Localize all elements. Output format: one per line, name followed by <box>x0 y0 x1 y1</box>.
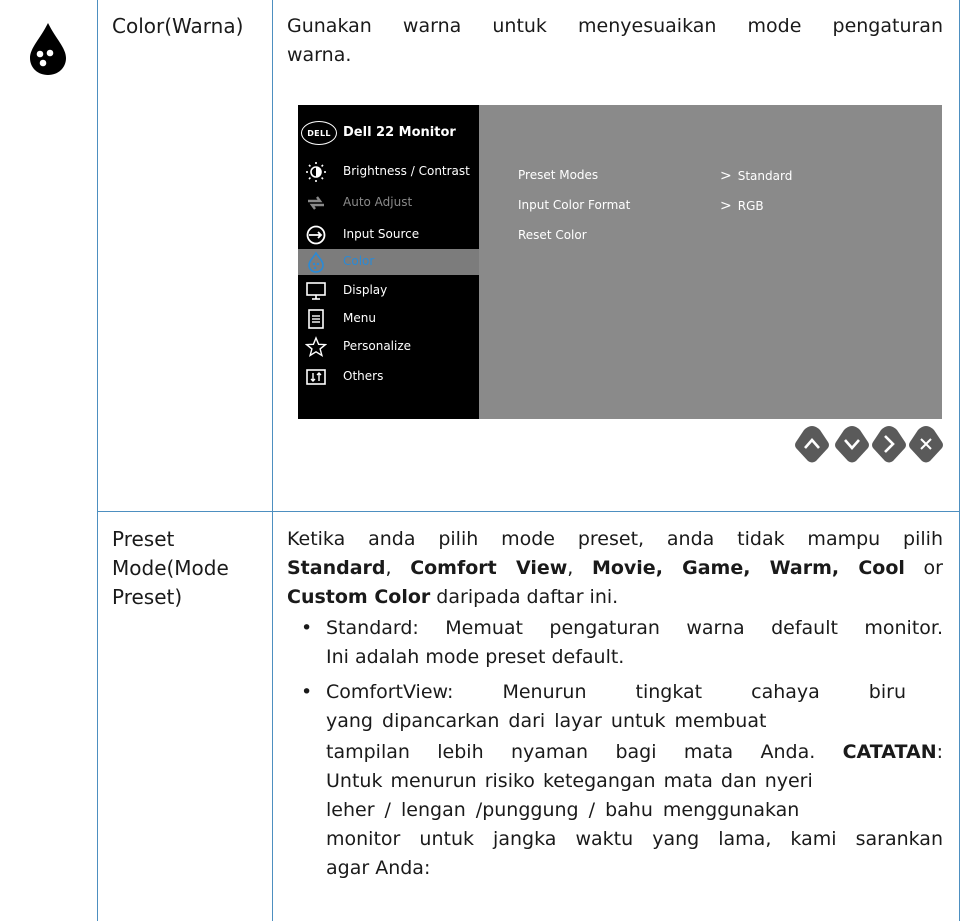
row-label-color: Color(Warna) <box>112 14 244 38</box>
bullet-comfortview-line7: agar Anda: <box>326 857 431 879</box>
option-custom-color: Custom Color <box>287 586 431 608</box>
nav-right-button[interactable] <box>871 424 907 464</box>
bullet-standard-line2: Ini adalah mode preset default. <box>326 646 625 668</box>
label-line: Mode(Mode <box>112 556 229 580</box>
note-label: CATATAN <box>842 741 937 763</box>
osd-row-input-color-format[interactable]: Input Color Format <box>518 198 630 212</box>
preset-intro-line3: Custom Color daripada daftar ini. <box>287 583 618 612</box>
column-divider <box>272 0 273 921</box>
brightness-icon <box>306 162 326 182</box>
osd-item-color[interactable]: Color <box>298 249 479 275</box>
osd-item-display[interactable]: Display <box>298 278 479 304</box>
row-label-preset-mode: Preset Mode(Mode Preset) <box>112 525 267 612</box>
nav-up-button[interactable] <box>794 424 830 464</box>
table-border-left <box>97 0 98 921</box>
osd-item-others[interactable]: Others <box>298 364 479 390</box>
osd-item-label: Personalize <box>343 339 412 353</box>
chevron-right-icon: > <box>720 198 732 214</box>
osd-value-input-color-format: > RGB <box>720 198 764 214</box>
text: tampilan lebih nyaman bagi mata Anda. <box>326 741 843 763</box>
osd-item-brightness-contrast[interactable]: Brightness / Contrast <box>298 159 479 185</box>
osd-item-input-source[interactable]: Input Source <box>298 222 479 248</box>
osd-item-label: Others <box>343 369 384 383</box>
osd-title: Dell 22 Monitor <box>343 125 456 140</box>
osd-value-text: Standard <box>737 169 793 183</box>
option-comfort-view: Comfort View <box>410 557 568 579</box>
color-description-line2: warna. <box>287 44 352 66</box>
osd-item-label: Color <box>343 254 375 268</box>
osd-row-reset-color[interactable]: Reset Color <box>518 228 587 242</box>
separator: , <box>385 557 411 579</box>
osd-item-personalize[interactable]: Personalize <box>298 334 479 360</box>
osd-item-label: Brightness / Contrast <box>343 164 470 178</box>
table-border-right <box>959 0 960 921</box>
osd-item-label: Menu <box>343 311 376 325</box>
row-divider <box>97 511 960 512</box>
osd-item-label: Display <box>343 283 388 297</box>
osd-item-label: Input Source <box>343 227 420 241</box>
bullet-marker: • <box>301 681 313 703</box>
osd-item-menu[interactable]: Menu <box>298 306 479 332</box>
auto-adjust-icon <box>308 196 324 210</box>
osd-item-auto-adjust[interactable]: Auto Adjust <box>298 190 479 216</box>
label-line: Preset <box>112 527 175 551</box>
bullet-standard-line1: Standard: Memuat pengaturan warna defaul… <box>326 617 943 639</box>
display-icon <box>306 282 326 300</box>
bullet-comfortview-line2: yang dipancarkan dari layar untuk membua… <box>326 710 767 732</box>
text: : <box>936 741 943 763</box>
osd-value-text: RGB <box>737 199 764 213</box>
intro-tail: daripada daftar ini. <box>430 586 619 608</box>
label-line: Preset) <box>112 585 183 609</box>
separator: , <box>567 557 592 579</box>
preset-intro-line1: Ketika anda pilih mode preset, anda tida… <box>287 528 943 550</box>
preset-intro-line2: Standard, Comfort View, Movie, Game, War… <box>287 554 943 583</box>
osd-item-label: Auto Adjust <box>343 195 413 209</box>
nav-down-button[interactable] <box>834 424 870 464</box>
osd-value-preset-modes: > Standard <box>720 168 792 184</box>
chevron-right-icon: > <box>720 168 732 184</box>
star-icon <box>305 336 327 358</box>
others-icon <box>306 369 326 385</box>
option-standard: Standard <box>287 557 386 579</box>
bullet-comfortview-line5: leher / lengan /punggung / bahu mengguna… <box>326 799 800 821</box>
osd-menu-screenshot: DELL Dell 22 Monitor Brightness / Contra… <box>298 105 942 419</box>
nav-close-button[interactable] <box>908 424 944 464</box>
bullet-comfortview-line6: monitor untuk jangka waktu yang lama, ka… <box>326 828 943 850</box>
bullet-comfortview-line3: tampilan lebih nyaman bagi mata Anda. CA… <box>326 738 943 767</box>
separator: or <box>904 557 943 579</box>
bullet-comfortview-line4: Untuk menurun risiko ketegangan mata dan… <box>326 770 813 792</box>
bullet-marker: • <box>301 617 313 639</box>
color-drop-icon <box>308 251 324 273</box>
option-list: Movie, Game, Warm, Cool <box>591 557 905 579</box>
color-drop-icon <box>30 23 66 75</box>
input-source-icon <box>306 225 326 245</box>
osd-sidebar: DELL Dell 22 Monitor Brightness / Contra… <box>298 105 479 419</box>
menu-icon <box>308 309 324 329</box>
dell-logo: DELL <box>301 121 337 145</box>
color-description-line1: Gunakan warna untuk menyesuaikan mode pe… <box>287 15 943 37</box>
bullet-comfortview-line1: ComfortView: Menurun tingkat cahaya biru <box>326 681 906 703</box>
osd-row-preset-modes[interactable]: Preset Modes <box>518 168 598 182</box>
